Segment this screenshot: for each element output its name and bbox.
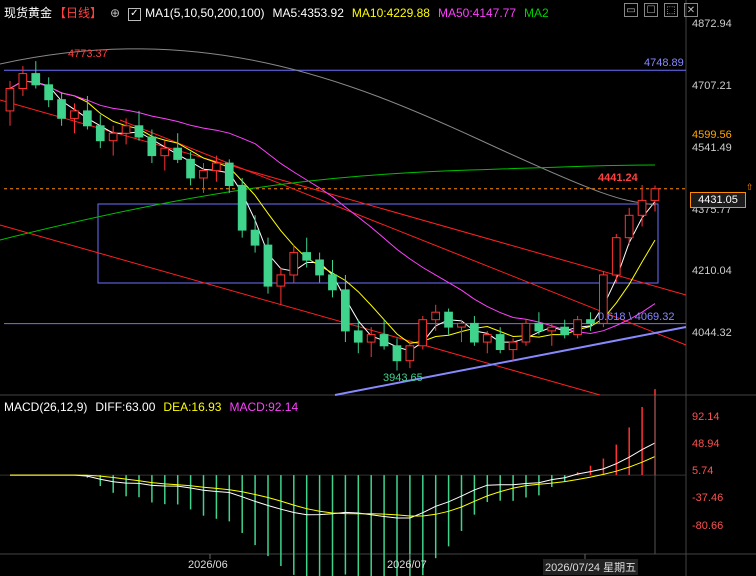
fib-value: 4069.32 <box>634 311 675 323</box>
candle-body <box>586 319 595 324</box>
ma5-value: MA5:4353.92 <box>272 6 344 20</box>
candle-body <box>508 341 518 351</box>
candle-body <box>212 162 221 172</box>
checkbox-icon[interactable]: ☐ <box>644 3 658 17</box>
macd-header: MACD(26,12,9) DIFF:63.00 DEA:16.93 MACD:… <box>0 398 298 416</box>
ma10-value: MA10:4229.88 <box>351 6 430 20</box>
candle-body <box>366 334 376 343</box>
recent-high-annotation: 4441.24 <box>598 172 638 184</box>
range-box <box>97 203 659 284</box>
candle-body <box>315 259 324 276</box>
target-icon[interactable]: ⊕ <box>110 4 120 22</box>
macd-dea-value: DEA:16.93 <box>163 400 222 414</box>
fib-annotation: 0.618 \ 4069.32 <box>598 311 675 323</box>
candle-body <box>83 110 92 127</box>
price-arrow-icon[interactable]: ⇧ <box>746 182 754 193</box>
candle-body <box>199 170 208 179</box>
ma-toggle-checkbox[interactable] <box>128 5 142 23</box>
crosshair-date-label: 2026/07/24 星期五 <box>543 559 639 575</box>
candle-body <box>173 147 183 160</box>
channel-line-lower <box>0 224 601 396</box>
candle-body <box>341 289 350 332</box>
candle-body <box>534 322 544 332</box>
maximize-icon[interactable]: ⬚ <box>664 3 678 17</box>
candle-body <box>44 84 53 101</box>
candle-body <box>650 188 660 201</box>
candle-body <box>289 252 299 276</box>
ma-config-label[interactable]: MA1(5,10,50,200,100) <box>145 4 264 22</box>
candle-body <box>353 330 363 343</box>
candle-body <box>250 229 260 246</box>
candle-body <box>108 132 118 142</box>
macd-tick: 92.14 <box>692 411 720 423</box>
ma50-value: MA50:4147.77 <box>437 6 517 20</box>
candle-body <box>444 311 453 328</box>
symbol-name: 现货黄金 <box>4 6 53 20</box>
macd-macd-value: MACD:92.14 <box>229 400 299 414</box>
window-toolbar: ▭ ☐ ⬚ ✕ <box>624 3 698 17</box>
candle-body <box>121 125 131 134</box>
candle-body <box>470 322 479 343</box>
candle-body <box>134 125 144 138</box>
level-annotation: 4748.89 <box>644 57 684 69</box>
candle-body <box>186 158 195 179</box>
date-label: 2026/06 <box>188 559 228 571</box>
candle-body <box>276 274 286 287</box>
candle-body <box>147 136 157 157</box>
chart-canvas[interactable] <box>0 0 756 576</box>
candle-body <box>31 73 41 86</box>
candle-body <box>624 214 634 239</box>
candle-body <box>328 274 337 291</box>
macd-diff-value: DIFF:63.00 <box>95 400 156 414</box>
ma2-label: MA2 <box>524 6 549 20</box>
candle-body <box>482 334 492 343</box>
date-label: 2026/07 <box>387 559 427 571</box>
price-tick: 4599.56 <box>692 129 732 141</box>
price-tick: 4210.04 <box>692 265 732 277</box>
price-tick: 4872.94 <box>692 18 732 30</box>
candle-body <box>521 322 531 343</box>
candle-body <box>418 319 428 347</box>
fib-ratio: 0.618 <box>598 311 626 323</box>
candle-body <box>431 311 440 321</box>
low-annotation: 3943.65 <box>383 372 423 384</box>
candle-body <box>95 125 105 142</box>
ma10-line <box>9 80 656 344</box>
macd-config-label[interactable]: MACD(26,12,9) <box>4 398 87 416</box>
candle-body <box>405 345 415 362</box>
period-label[interactable]: 【日线】 <box>54 4 102 22</box>
candle-body <box>547 326 557 332</box>
macd-tick: 48.94 <box>692 438 720 450</box>
candle-body <box>392 345 402 362</box>
candle-body <box>560 326 569 336</box>
candle-body <box>18 73 28 89</box>
candle-body <box>70 110 79 119</box>
price-tick: 4541.49 <box>692 142 732 154</box>
window-icon[interactable]: ▭ <box>624 3 638 17</box>
candle-body <box>379 334 389 347</box>
candle-body <box>457 322 466 328</box>
candle-body <box>573 319 582 336</box>
candle-body <box>302 252 311 261</box>
high-annotation: 4773.37 <box>68 48 108 60</box>
macd-tick: -37.46 <box>692 492 724 504</box>
candle-body <box>160 147 170 157</box>
macd-tick: 5.74 <box>692 465 714 477</box>
candle-body <box>611 237 621 276</box>
main-chart-header: 现货黄金 【日线】 ⊕ MA1(5,10,50,200,100) MA5:435… <box>0 4 549 23</box>
price-tick: 4707.21 <box>692 80 732 92</box>
candle-body <box>237 184 247 231</box>
price-tick: 4044.32 <box>692 327 732 339</box>
ma5-line <box>9 80 656 352</box>
candle-body <box>495 334 505 351</box>
macd-tick: -80.66 <box>692 520 724 532</box>
candle-body <box>224 162 234 187</box>
close-icon[interactable]: ✕ <box>684 3 698 17</box>
candle-body <box>263 244 273 287</box>
candle-body <box>637 199 647 216</box>
candle-body <box>5 88 15 112</box>
current-price-box: 4431.05 <box>690 192 746 208</box>
candle-body <box>57 99 66 119</box>
